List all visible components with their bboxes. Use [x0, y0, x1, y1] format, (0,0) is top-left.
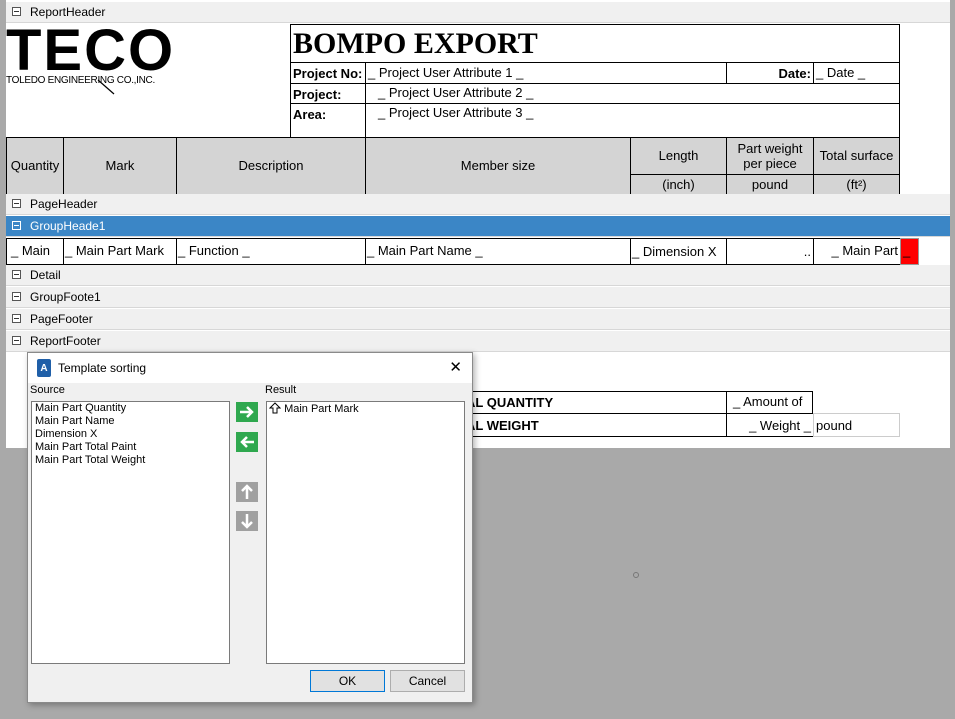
logo-text: TECO — [6, 18, 176, 83]
collapse-icon[interactable] — [12, 7, 21, 16]
col-mark[interactable]: Mark — [63, 137, 177, 195]
svg-text:A: A — [40, 363, 47, 374]
band-page-header[interactable]: PageHeader — [6, 194, 950, 215]
collapse-icon[interactable] — [12, 292, 21, 301]
dialog-title: Template sorting — [58, 361, 147, 375]
field-main-part-mark[interactable]: _ Main Part Mark — [63, 238, 177, 265]
project-value[interactable]: _ Project User Attribute 2 _ — [365, 83, 900, 104]
collapse-icon[interactable] — [12, 221, 21, 230]
band-page-footer[interactable]: PageFooter — [6, 309, 950, 330]
date-label[interactable]: Date: — [726, 62, 814, 84]
project-no-value[interactable]: _ Project User Attribute 1 _ — [365, 62, 727, 84]
report-title: BOMPO EXPORT — [293, 27, 538, 60]
move-up-arrow-icon[interactable] — [236, 482, 258, 502]
logo-swoosh-icon — [97, 79, 115, 95]
band-label: Detail — [30, 268, 61, 282]
col-total-surface-unit[interactable]: (ft²) — [813, 174, 900, 195]
band-label: ReportFooter — [30, 334, 101, 348]
template-sorting-dialog: A Template sorting ✕ Source Result Main … — [27, 352, 473, 703]
logo-subtitle: TOLEDO ENGINEERING CO.,INC. — [6, 75, 155, 86]
band-label: ReportHeader — [30, 5, 106, 19]
band-group-header[interactable]: GroupHeade1 — [6, 216, 950, 237]
list-item[interactable]: Main Part Total Paint — [32, 441, 229, 454]
project-label[interactable]: Project: — [290, 83, 366, 104]
result-label: Result — [265, 384, 297, 396]
col-description[interactable]: Description — [176, 137, 366, 195]
band-label: PageHeader — [30, 197, 98, 211]
project-no-label[interactable]: Project No: — [290, 62, 366, 84]
ok-button[interactable]: OK — [310, 670, 385, 692]
field-function[interactable]: _ Function _ — [176, 238, 366, 265]
collapse-icon[interactable] — [12, 199, 21, 208]
total-quantity-label[interactable]: AL QUANTITY — [440, 391, 727, 414]
pound-unit[interactable]: pound — [813, 413, 900, 437]
close-icon[interactable]: ✕ — [449, 358, 462, 376]
field-dimension-x[interactable]: _ Dimension X — [630, 238, 727, 265]
col-quantity[interactable]: Quantity — [6, 137, 64, 195]
list-item[interactable]: Main Part Total Weight — [32, 454, 229, 467]
area-value[interactable]: _ Project User Attribute 3 _ — [365, 103, 900, 138]
move-left-arrow-icon[interactable] — [236, 432, 258, 452]
col-member-size[interactable]: Member size — [365, 137, 631, 195]
field-part-weight[interactable]: .. — [726, 238, 814, 265]
app-icon: A — [37, 359, 51, 377]
collapse-icon[interactable] — [12, 270, 21, 279]
list-item[interactable]: Main Part Name — [32, 415, 229, 428]
weight-field[interactable]: _ Weight _ — [726, 413, 814, 437]
band-label: GroupHeade1 — [30, 219, 106, 233]
field-main-part-name[interactable]: _ Main Part Name _ — [365, 238, 631, 265]
move-down-arrow-icon[interactable] — [236, 511, 258, 531]
sort-ascending-icon[interactable] — [268, 402, 282, 414]
report-title-cell[interactable]: BOMPO EXPORT — [290, 24, 900, 63]
collapse-icon[interactable] — [12, 336, 21, 345]
field-main-part[interactable]: _ Main Part — [813, 238, 901, 265]
result-item-label: Main Part Mark — [284, 403, 359, 415]
band-label: GroupFoote1 — [30, 290, 101, 304]
list-item[interactable]: Dimension X — [32, 428, 229, 441]
cancel-button[interactable]: Cancel — [390, 670, 465, 692]
field-main[interactable]: _ Main — [6, 238, 64, 265]
band-report-footer[interactable]: ReportFooter — [6, 331, 950, 352]
total-weight-label[interactable]: AL WEIGHT — [440, 413, 727, 437]
field-red-marker[interactable]: _ — [900, 238, 919, 265]
dialog-titlebar[interactable]: A Template sorting ✕ — [28, 353, 472, 383]
band-detail[interactable]: Detail — [6, 265, 950, 286]
area-label[interactable]: Area: — [290, 103, 366, 138]
result-list[interactable]: Main Part Mark — [266, 401, 465, 664]
amount-of-field[interactable]: _ Amount of — [726, 391, 813, 414]
collapse-icon[interactable] — [12, 314, 21, 323]
list-item[interactable]: Main Part Quantity — [32, 402, 229, 415]
list-item[interactable]: Main Part Mark — [267, 402, 464, 416]
col-total-surface[interactable]: Total surface — [813, 137, 900, 175]
band-group-footer[interactable]: GroupFoote1 — [6, 287, 950, 308]
source-list[interactable]: Main Part Quantity Main Part Name Dimens… — [31, 401, 230, 664]
col-part-weight-unit[interactable]: pound — [726, 174, 814, 195]
source-label: Source — [30, 384, 65, 396]
col-length[interactable]: Length — [630, 137, 727, 175]
move-right-arrow-icon[interactable] — [236, 402, 258, 422]
col-length-unit[interactable]: (inch) — [630, 174, 727, 195]
date-value[interactable]: _ Date _ — [813, 62, 900, 84]
canvas-marker-icon — [633, 572, 639, 578]
band-label: PageFooter — [30, 312, 93, 326]
col-part-weight[interactable]: Part weight per piece — [726, 137, 814, 175]
